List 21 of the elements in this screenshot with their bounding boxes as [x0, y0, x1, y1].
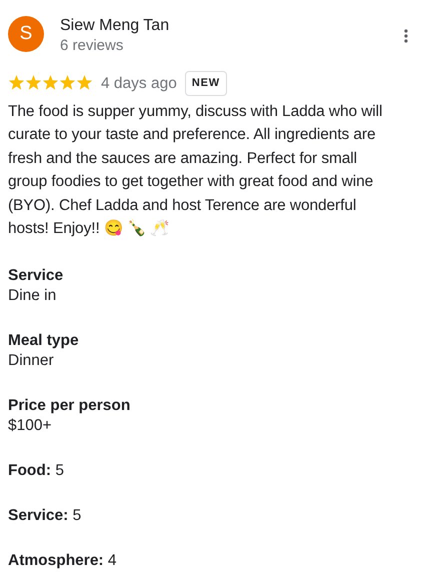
attribute-value: Dinner — [8, 350, 55, 370]
star-icon — [42, 75, 59, 92]
attribute-value: Dine in — [8, 286, 58, 306]
attribute-label: Service — [8, 266, 64, 286]
attribute-label: Price per person — [8, 396, 132, 416]
attribute-label: Meal type — [8, 330, 80, 350]
more-icon — [404, 28, 408, 43]
star-icon — [25, 75, 42, 92]
review-date: 4 days ago — [101, 74, 177, 94]
new-badge: NEW — [184, 71, 227, 96]
attribute-rating: Service: 5 — [8, 506, 82, 526]
attribute-rating: Atmosphere: 4 — [8, 550, 118, 570]
star-icon — [8, 75, 25, 92]
review-text: The food is supper yummy, discuss with Ladda who will curate to your taste and preference. All ingredients are fresh and the sauces are amazing. Perfect for small group foodies to get together with great food and wine (BYO). Chef Ladda and host Terence are wonderful hosts! Enjoy!! 😋 🍾 🥂 — [8, 102, 384, 239]
star-icon — [76, 75, 93, 92]
attribute-value: $100+ — [8, 416, 53, 436]
attribute-rating: Food: 5 — [8, 460, 65, 480]
reviewer-name[interactable]: Siew Meng Tan — [60, 16, 388, 36]
review-count: 6 reviews — [60, 36, 124, 55]
avatar: S — [8, 16, 44, 52]
star-icon — [59, 75, 76, 92]
